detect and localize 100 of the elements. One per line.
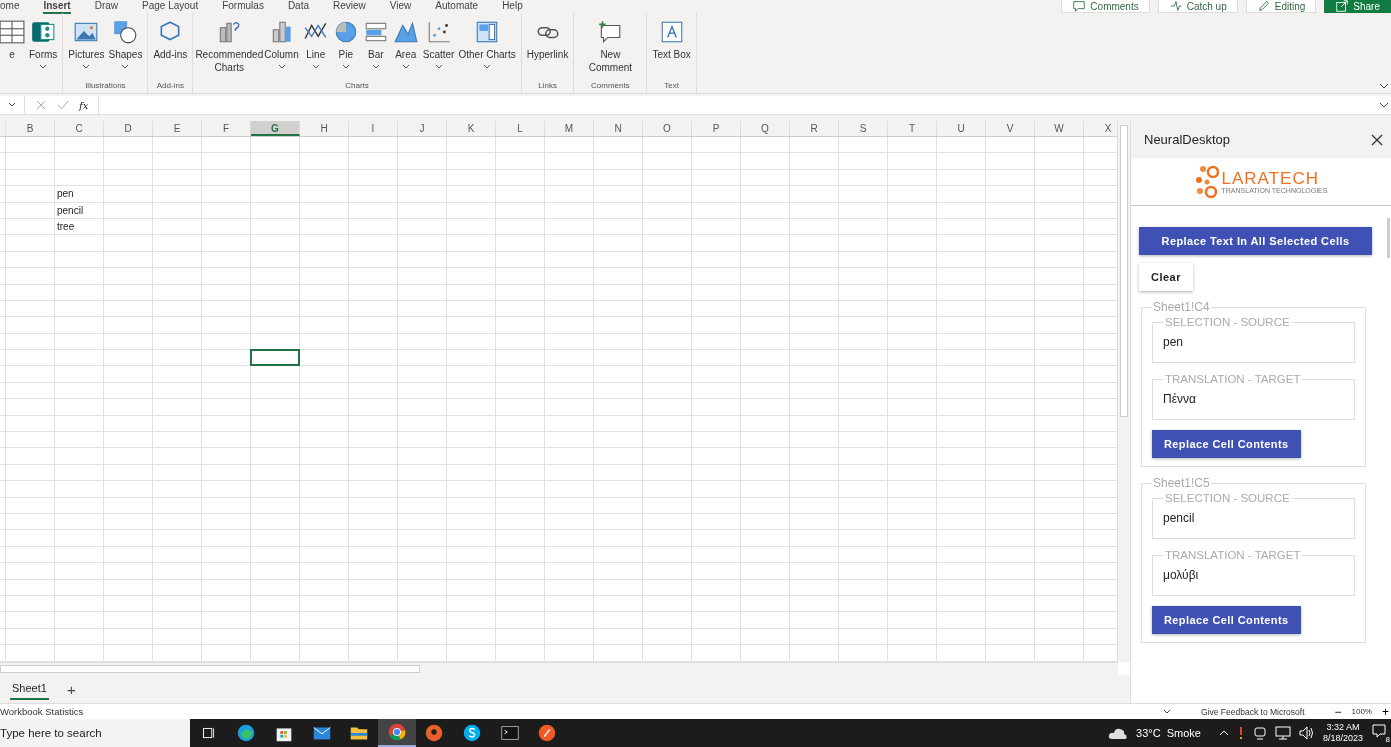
group-label: Text — [664, 81, 679, 92]
grid-heading[interactable]: I — [349, 121, 398, 136]
grid-heading[interactable]: Q — [741, 121, 790, 136]
ribbon-button[interactable]: Line — [301, 15, 330, 81]
network-icon[interactable] — [1274, 726, 1291, 740]
grid-heading[interactable]: V — [986, 121, 1035, 136]
zoom-in-button[interactable]: + — [1382, 705, 1389, 718]
replace-cell-button[interactable]: Replace Cell Contents — [1152, 606, 1301, 634]
selected-cell[interactable] — [250, 349, 300, 367]
ribbon-tab[interactable]: Automate — [435, 0, 479, 14]
grid-heading[interactable]: H — [300, 121, 349, 136]
grid-heading[interactable]: G — [251, 121, 300, 136]
zoom-out-button[interactable]: − — [1334, 705, 1342, 718]
ribbon-button[interactable]: Pie — [331, 15, 360, 81]
cell-reference: Sheet1!C4 — [1152, 300, 1211, 314]
function-button[interactable]: fx — [79, 99, 89, 111]
grid-heading[interactable]: P — [692, 121, 741, 136]
forms-icon — [30, 19, 57, 45]
ribbon-button[interactable]: Pictures — [67, 15, 106, 81]
ribbon-button[interactable]: Scatter — [421, 15, 456, 81]
ribbon-button[interactable]: New Comment — [578, 15, 643, 81]
clear-button[interactable]: Clear — [1139, 263, 1194, 291]
caret-icon — [434, 64, 443, 70]
ribbon-tab[interactable]: View — [389, 0, 412, 14]
ribbon-tab[interactable]: Page Layout — [142, 0, 199, 14]
ribbon-button[interactable]: Text Box — [651, 15, 692, 81]
feedback-link[interactable]: Give Feedback to Microsoft — [1201, 706, 1305, 717]
ribbon-tab[interactable]: Review — [333, 0, 366, 14]
toolbar-button[interactable]: Catch up — [1157, 0, 1238, 13]
replace-all-button[interactable]: Replace Text In All Selected Cells — [1139, 227, 1372, 255]
grid-heading[interactable]: M — [545, 121, 594, 136]
meeting-icon[interactable] — [1252, 726, 1267, 740]
caret-icon[interactable] — [1379, 83, 1389, 89]
caret-icon — [483, 64, 492, 70]
ribbon-button[interactable]: Add-ins — [152, 15, 189, 81]
share-icon — [1335, 0, 1350, 13]
vertical-scrollbar[interactable] — [1117, 121, 1130, 662]
cell-text: pen — [56, 188, 74, 200]
caret-icon[interactable] — [1379, 102, 1389, 108]
add-sheet-button[interactable]: + — [62, 680, 80, 698]
ribbon-button[interactable]: Hyperlink — [525, 15, 570, 81]
grid-heading[interactable]: E — [153, 121, 202, 136]
speaker-icon[interactable] — [1298, 726, 1315, 740]
grid-heading[interactable]: W — [1035, 121, 1084, 136]
grid-heading[interactable]: S — [839, 121, 888, 136]
group-label: Illustrations — [85, 81, 126, 92]
grid-heading[interactable]: C — [55, 121, 104, 136]
ribbon-button[interactable]: Shapes — [107, 15, 144, 81]
zoom-level: 100% — [1351, 707, 1372, 716]
grid-heading[interactable]: B — [6, 121, 55, 136]
close-icon[interactable] — [1371, 133, 1383, 146]
caret-icon — [311, 64, 320, 70]
grid-heading[interactable]: O — [643, 121, 692, 136]
weather-text[interactable]: 33°C Smoke — [1136, 727, 1201, 739]
ribbon-tab[interactable]: Draw — [94, 0, 119, 14]
check-icon[interactable] — [57, 99, 69, 111]
translation-field[interactable]: TRANSLATION - TARGET Πέννα — [1152, 373, 1355, 420]
ribbon-tab[interactable]: Help — [502, 0, 523, 14]
ribbon-button[interactable]: Other Charts — [457, 15, 517, 81]
area-chart-icon — [392, 19, 419, 45]
grid-heading[interactable]: L — [496, 121, 545, 136]
browser-icon[interactable] — [377, 719, 416, 747]
panel-scrollbar[interactable] — [1387, 218, 1390, 258]
grid-heading[interactable]: K — [447, 121, 496, 136]
ribbon-button[interactable]: Area — [391, 15, 420, 81]
source-field[interactable]: SELECTION - SOURCE pen — [1152, 316, 1355, 363]
toolbar-button[interactable]: Editing — [1245, 0, 1317, 13]
clock-time[interactable]: 3:32 AM — [1326, 722, 1360, 733]
ribbon-button[interactable]: e — [0, 15, 26, 93]
toolbar-button[interactable]: Share — [1324, 0, 1391, 13]
clock-date[interactable]: 8/18/2023 — [1322, 733, 1363, 744]
replace-cell-button[interactable]: Replace Cell Contents — [1152, 430, 1301, 458]
ribbon-tab[interactable]: Insert — [43, 0, 71, 14]
caret-icon — [39, 64, 48, 70]
search-field[interactable]: Type here to search — [0, 719, 190, 747]
ribbon-button[interactable]: Bar — [361, 15, 390, 81]
caret-icon — [277, 64, 286, 70]
toolbar-button[interactable]: Comments — [1061, 0, 1150, 13]
group-label: Links — [538, 81, 557, 92]
ribbon-tab[interactable]: Data — [287, 0, 309, 14]
sheet-tab[interactable]: Sheet1 — [10, 678, 49, 700]
grid-heading[interactable]: U — [937, 121, 986, 136]
ribbon-button[interactable]: Forms — [28, 15, 59, 93]
grid-heading[interactable]: T — [888, 121, 937, 136]
ribbon-button[interactable]: Recommended Charts — [197, 15, 262, 81]
grid-heading[interactable]: J — [398, 121, 447, 136]
chevron-up-icon[interactable] — [1218, 729, 1229, 737]
ribbon-button[interactable]: Column — [263, 15, 300, 81]
caret-icon — [401, 64, 410, 70]
caret-icon[interactable] — [1163, 708, 1172, 715]
cloud-icon[interactable] — [1108, 726, 1128, 740]
status-text[interactable]: Workbook Statistics — [0, 706, 84, 717]
grid-heading[interactable]: D — [104, 121, 153, 136]
grid-heading[interactable]: R — [790, 121, 839, 136]
ribbon-tab[interactable]: ome — [0, 0, 20, 14]
ribbon-tab[interactable]: Formulas — [222, 0, 264, 14]
source-field[interactable]: SELECTION - SOURCE pencil — [1152, 492, 1355, 539]
grid-heading[interactable]: N — [594, 121, 643, 136]
horizontal-scrollbar[interactable] — [0, 662, 1118, 675]
translation-field[interactable]: TRANSLATION - TARGET μολύβι — [1152, 549, 1355, 596]
